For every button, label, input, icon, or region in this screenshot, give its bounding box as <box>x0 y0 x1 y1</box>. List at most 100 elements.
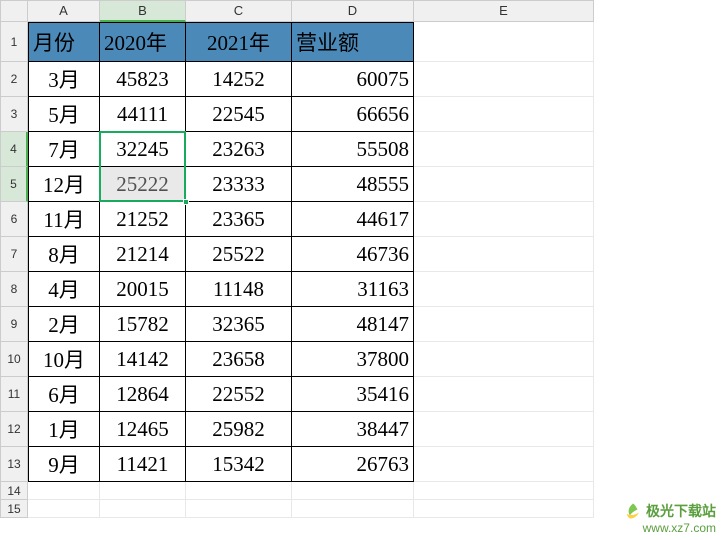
cell-e11[interactable] <box>414 377 594 412</box>
cell-e6[interactable] <box>414 202 594 237</box>
cell-a3[interactable]: 5月 <box>28 97 100 132</box>
cell-e10[interactable] <box>414 342 594 377</box>
row-header-12[interactable]: 12 <box>0 412 28 447</box>
cell-a7[interactable]: 8月 <box>28 237 100 272</box>
cell-e2[interactable] <box>414 62 594 97</box>
cell-d14[interactable] <box>292 482 414 500</box>
col-header-b[interactable]: B <box>100 0 186 22</box>
row-header-9[interactable]: 9 <box>0 307 28 342</box>
cell-a13[interactable]: 9月 <box>28 447 100 482</box>
cell-c9[interactable]: 32365 <box>186 307 292 342</box>
cell-c15[interactable] <box>186 500 292 518</box>
row-header-11[interactable]: 11 <box>0 377 28 412</box>
cell-c6[interactable]: 23365 <box>186 202 292 237</box>
row-header-10[interactable]: 10 <box>0 342 28 377</box>
cell-e12[interactable] <box>414 412 594 447</box>
cell-e15[interactable] <box>414 500 594 518</box>
cell-d13[interactable]: 26763 <box>292 447 414 482</box>
cell-a15[interactable] <box>28 500 100 518</box>
cell-e5[interactable] <box>414 167 594 202</box>
row-header-14[interactable]: 14 <box>0 482 28 500</box>
cell-e4[interactable] <box>414 132 594 167</box>
cell-b6[interactable]: 21252 <box>100 202 186 237</box>
cell-d2[interactable]: 60075 <box>292 62 414 97</box>
cell-a9[interactable]: 2月 <box>28 307 100 342</box>
cell-b1[interactable]: 2020年 <box>100 22 186 62</box>
row-header-2[interactable]: 2 <box>0 62 28 97</box>
cell-a12[interactable]: 1月 <box>28 412 100 447</box>
cell-b12[interactable]: 12465 <box>100 412 186 447</box>
cell-b8[interactable]: 20015 <box>100 272 186 307</box>
cell-a1[interactable]: 月份 <box>28 22 100 62</box>
row-header-4[interactable]: 4 <box>0 132 28 167</box>
cell-b7[interactable]: 21214 <box>100 237 186 272</box>
cell-c13[interactable]: 15342 <box>186 447 292 482</box>
cell-c4[interactable]: 23263 <box>186 132 292 167</box>
cell-c10[interactable]: 23658 <box>186 342 292 377</box>
col-header-e[interactable]: E <box>414 0 594 22</box>
cell-b4[interactable]: 32245 <box>100 132 186 167</box>
cell-a10[interactable]: 10月 <box>28 342 100 377</box>
cell-a11[interactable]: 6月 <box>28 377 100 412</box>
row-header-1[interactable]: 1 <box>0 22 28 62</box>
col-header-c[interactable]: C <box>186 0 292 22</box>
cell-e14[interactable] <box>414 482 594 500</box>
cell-d6[interactable]: 44617 <box>292 202 414 237</box>
cell-b14[interactable] <box>100 482 186 500</box>
cell-a8[interactable]: 4月 <box>28 272 100 307</box>
cell-b10[interactable]: 14142 <box>100 342 186 377</box>
cell-d5[interactable]: 48555 <box>292 167 414 202</box>
table-row: 92月157823236548147 <box>0 307 724 342</box>
cell-b3[interactable]: 44111 <box>100 97 186 132</box>
cell-d7[interactable]: 46736 <box>292 237 414 272</box>
cell-e3[interactable] <box>414 97 594 132</box>
cell-e8[interactable] <box>414 272 594 307</box>
cell-b2[interactable]: 45823 <box>100 62 186 97</box>
fill-handle[interactable] <box>183 199 189 205</box>
cell-c7[interactable]: 25522 <box>186 237 292 272</box>
cell-d12[interactable]: 38447 <box>292 412 414 447</box>
spreadsheet-grid[interactable]: A B C D E 1 月份 2020年 2021年 营业额 23月458231… <box>0 0 724 518</box>
cell-e9[interactable] <box>414 307 594 342</box>
cell-d15[interactable] <box>292 500 414 518</box>
cell-c5[interactable]: 23333 <box>186 167 292 202</box>
cell-b5[interactable]: 25222 <box>100 167 186 202</box>
col-header-a[interactable]: A <box>28 0 100 22</box>
cell-b13[interactable]: 11421 <box>100 447 186 482</box>
select-all-corner[interactable] <box>0 0 28 22</box>
cell-a4[interactable]: 7月 <box>28 132 100 167</box>
cell-d8[interactable]: 31163 <box>292 272 414 307</box>
cell-a5[interactable]: 12月 <box>28 167 100 202</box>
cell-b11[interactable]: 12864 <box>100 377 186 412</box>
row-header-8[interactable]: 8 <box>0 272 28 307</box>
watermark-url: www.xz7.com <box>624 521 716 535</box>
row-header-3[interactable]: 3 <box>0 97 28 132</box>
cell-c8[interactable]: 11148 <box>186 272 292 307</box>
cell-e13[interactable] <box>414 447 594 482</box>
cell-d9[interactable]: 48147 <box>292 307 414 342</box>
row-header-5[interactable]: 5 <box>0 167 28 202</box>
cell-e7[interactable] <box>414 237 594 272</box>
cell-d3[interactable]: 66656 <box>292 97 414 132</box>
cell-d11[interactable]: 35416 <box>292 377 414 412</box>
row-header-6[interactable]: 6 <box>0 202 28 237</box>
cell-c1[interactable]: 2021年 <box>186 22 292 62</box>
cell-d1[interactable]: 营业额 <box>292 22 414 62</box>
row-header-15[interactable]: 15 <box>0 500 28 518</box>
cell-b15[interactable] <box>100 500 186 518</box>
cell-c14[interactable] <box>186 482 292 500</box>
col-header-d[interactable]: D <box>292 0 414 22</box>
cell-a2[interactable]: 3月 <box>28 62 100 97</box>
cell-c3[interactable]: 22545 <box>186 97 292 132</box>
cell-a14[interactable] <box>28 482 100 500</box>
cell-d10[interactable]: 37800 <box>292 342 414 377</box>
cell-c2[interactable]: 14252 <box>186 62 292 97</box>
cell-a6[interactable]: 11月 <box>28 202 100 237</box>
cell-c11[interactable]: 22552 <box>186 377 292 412</box>
row-header-7[interactable]: 7 <box>0 237 28 272</box>
cell-c12[interactable]: 25982 <box>186 412 292 447</box>
cell-b9[interactable]: 15782 <box>100 307 186 342</box>
cell-d4[interactable]: 55508 <box>292 132 414 167</box>
cell-e1[interactable] <box>414 22 594 62</box>
row-header-13[interactable]: 13 <box>0 447 28 482</box>
